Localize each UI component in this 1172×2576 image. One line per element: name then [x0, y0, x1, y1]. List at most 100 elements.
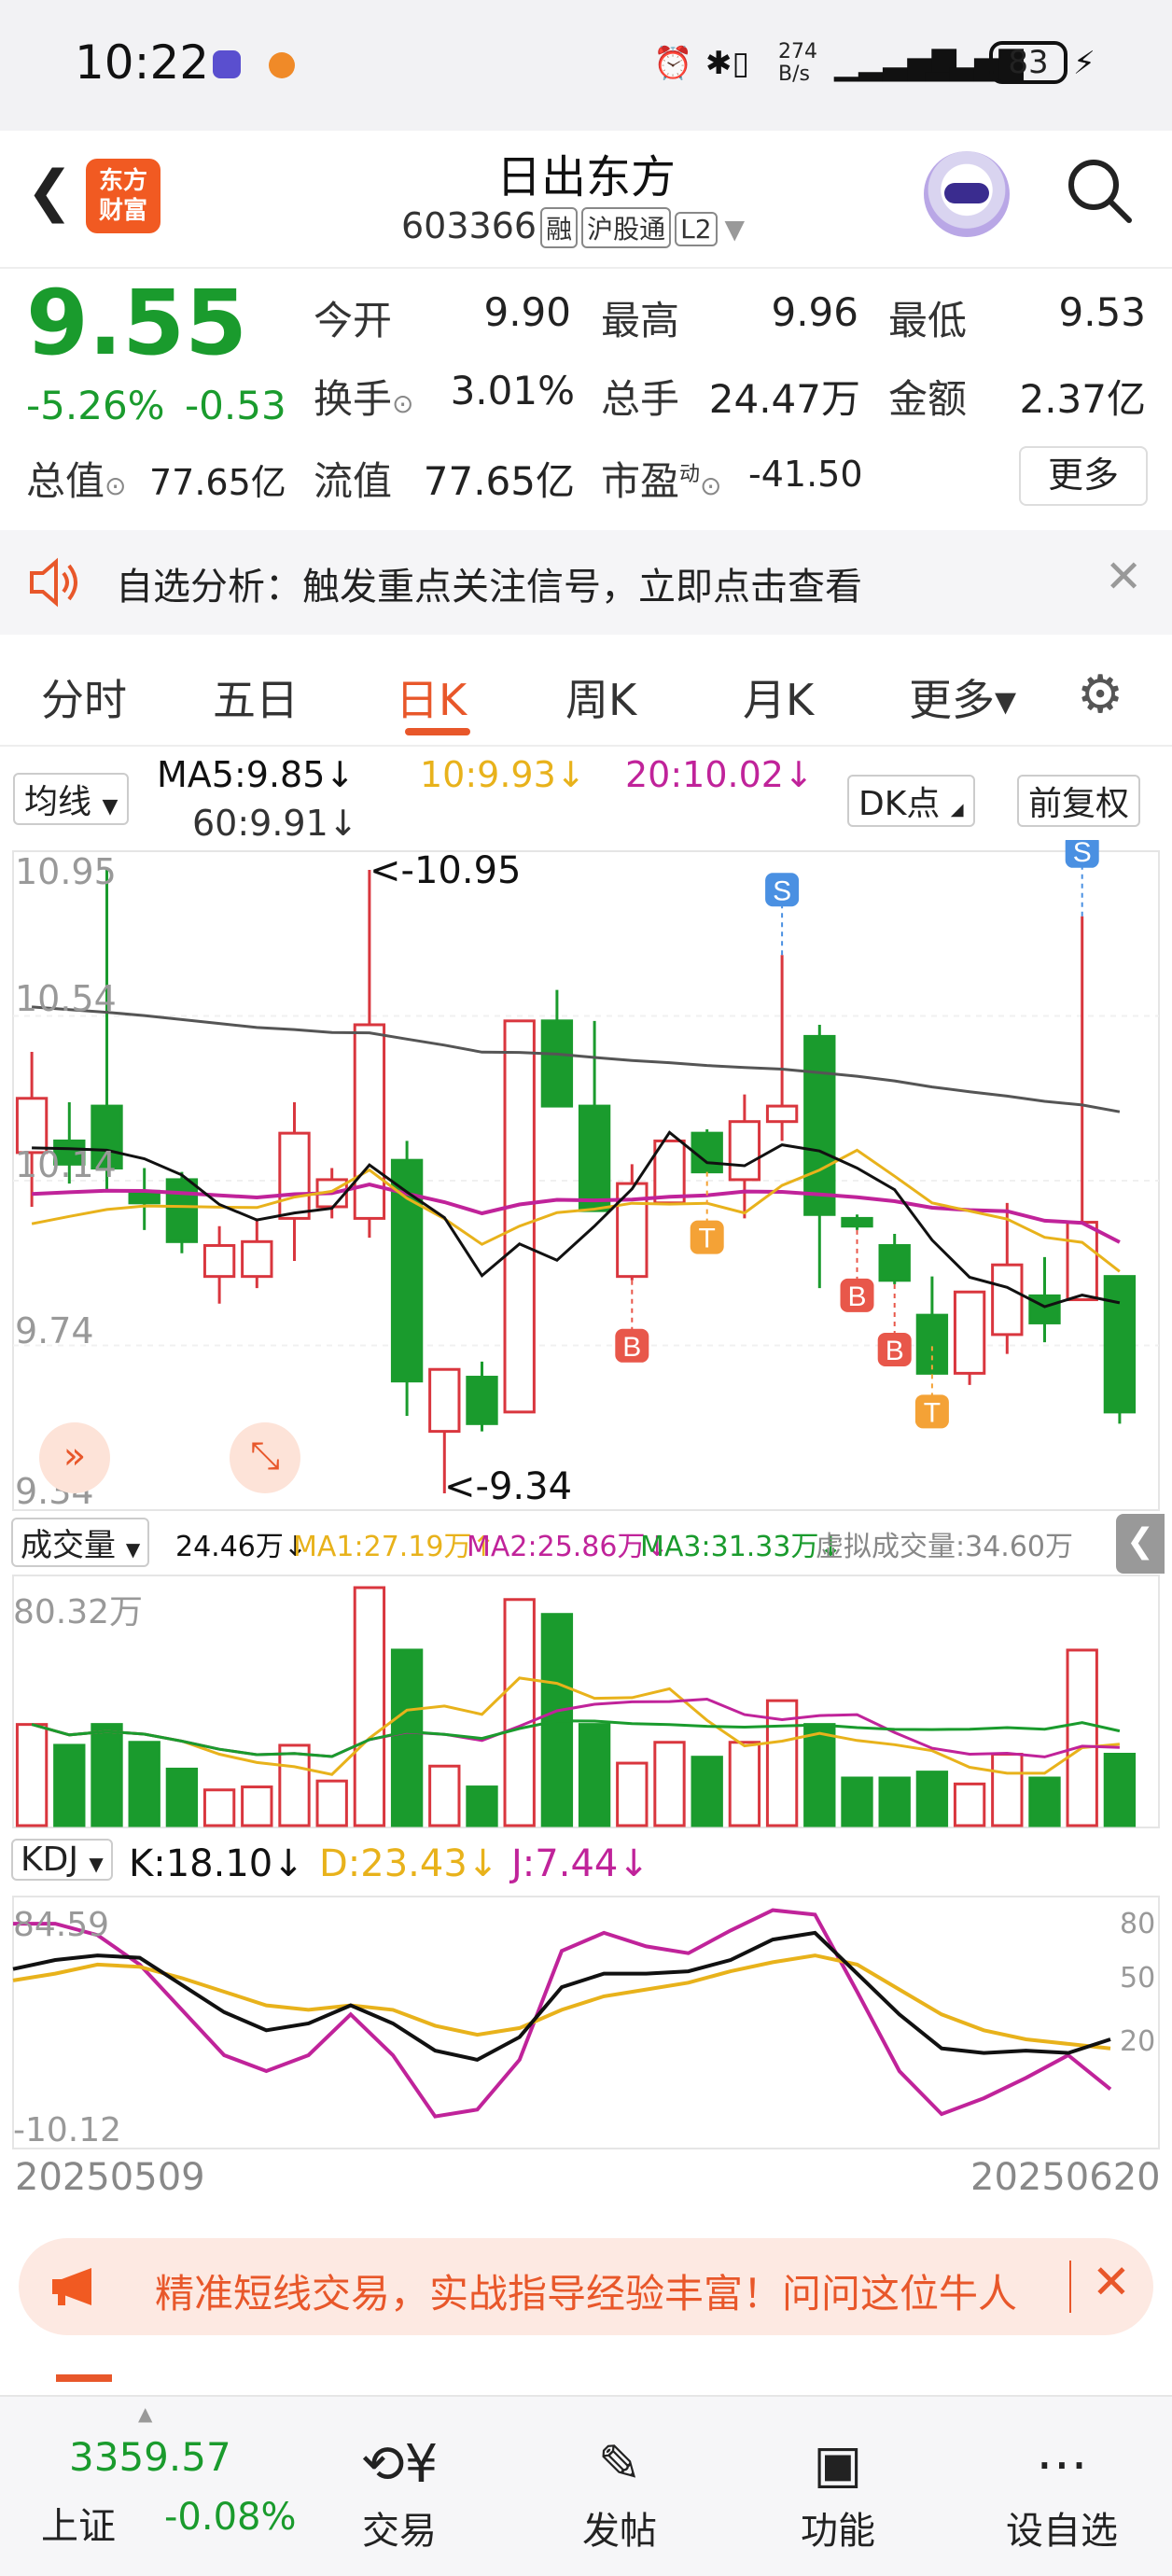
- sub-tabs-strip: [0, 2352, 1172, 2395]
- tab-five-day[interactable]: 五日: [213, 666, 299, 728]
- nav-post[interactable]: ✎ 发帖: [545, 2434, 694, 2555]
- corner-arrow-icon: ◢: [950, 800, 964, 819]
- high-value: 9.96: [771, 289, 858, 335]
- edit-icon: ✎: [597, 2434, 642, 2495]
- candle-body: [540, 1019, 574, 1108]
- robot-assistant-icon[interactable]: [924, 151, 1010, 237]
- candle-body: [841, 1216, 873, 1228]
- tab-more[interactable]: 更多▾: [909, 666, 1016, 728]
- connect-tag: 沪股通: [581, 207, 672, 248]
- change-percent: -5.26%: [26, 383, 165, 428]
- candle-body: [466, 1376, 498, 1425]
- volume-current: 24.46万↓: [175, 1531, 308, 1563]
- kdj-dropdown[interactable]: KDJ ▼: [11, 1839, 113, 1881]
- stock-code: 603366: [401, 205, 537, 246]
- candle-body: [915, 1313, 949, 1375]
- candle-body: [991, 1263, 1024, 1337]
- volume-bar: [202, 1788, 236, 1827]
- collapse-panel-icon[interactable]: ❮: [1116, 1514, 1165, 1574]
- volume-bar: [15, 1723, 49, 1827]
- stock-chart[interactable]: SBTBBTS 10.95 10.54 10.14 9.74 9.34 <-10…: [0, 833, 1172, 2240]
- price-axis-label: 10.95: [15, 851, 117, 892]
- current-price: 9.55: [26, 271, 247, 375]
- pe-value: -41.50: [748, 454, 863, 495]
- kdj-right-50: 50: [1120, 1962, 1156, 1995]
- min-price-label: <-9.34: [444, 1465, 573, 1508]
- fullscreen-icon[interactable]: ⤡: [230, 1422, 300, 1493]
- volume-bar: [353, 1586, 386, 1827]
- close-icon[interactable]: ✕: [1105, 551, 1142, 603]
- settings-gear-icon[interactable]: ⚙: [1077, 665, 1123, 725]
- active-tab-indicator: [405, 728, 470, 735]
- max-price-label: <-10.95: [370, 849, 522, 892]
- volume-dropdown[interactable]: 成交量 ▼: [11, 1518, 150, 1567]
- nav-trade[interactable]: ⟲¥ 交易: [325, 2434, 474, 2555]
- ma60-value: 60:9.91↓: [192, 803, 358, 844]
- date-start: 20250509: [15, 2156, 205, 2199]
- mktcap-value: 77.65亿: [149, 462, 286, 503]
- nav-watchlist[interactable]: ⋯ 设自选: [987, 2434, 1137, 2555]
- chart-tabs: 分时 五日 日K 周K 月K 更多▾ ⚙: [0, 638, 1172, 747]
- promo-banner[interactable]: 精准短线交易，实战指导经验丰富！问问这位牛人 ✕: [19, 2238, 1153, 2335]
- ma5-value: MA5:9.85↓: [157, 754, 356, 795]
- volume-bar: [578, 1723, 611, 1827]
- volume-bar: [241, 1785, 273, 1827]
- expand-up-icon[interactable]: ▲: [138, 2402, 152, 2425]
- tab-weekly-k[interactable]: 周K: [565, 666, 636, 728]
- stock-code-line: 603366 融沪股通 L2 ▼: [401, 205, 745, 248]
- change-amount: -0.53: [185, 383, 286, 428]
- index-name[interactable]: 上证: [41, 2496, 116, 2550]
- index-value[interactable]: 3359.57: [69, 2434, 231, 2480]
- volume-bar: [466, 1785, 498, 1827]
- candle-body: [728, 1120, 761, 1182]
- dropdown-arrow-icon[interactable]: ▼: [725, 214, 746, 245]
- candle-body: [503, 1019, 536, 1414]
- volume-bar: [91, 1723, 123, 1827]
- pe-label-text: 市盈: [601, 458, 680, 504]
- dk-point-button[interactable]: DK点 ◢: [847, 775, 975, 827]
- ma-legend-bar: 均线 ▼ MA5:9.85↓ 10:9.93↓ 20:10.02↓ 60:9.9…: [0, 747, 1172, 849]
- low-label: 最低: [888, 298, 968, 343]
- index-change[interactable]: -0.08%: [164, 2496, 297, 2539]
- adjust-button[interactable]: 前复权: [1017, 775, 1141, 827]
- info-icon[interactable]: ⊙: [700, 470, 721, 501]
- volume-bar: [1103, 1753, 1137, 1827]
- sub-tab-indicator: [56, 2374, 112, 2382]
- volume-bar: [128, 1741, 160, 1827]
- more-button[interactable]: 更多: [1019, 446, 1148, 506]
- volume-bar: [428, 1764, 461, 1827]
- pe-label: 市盈动⊙: [601, 450, 722, 507]
- turnover-value: 3.01%: [450, 368, 575, 413]
- close-icon[interactable]: ✕: [1092, 2255, 1131, 2309]
- tab-daily-k[interactable]: 日K: [396, 666, 467, 728]
- volume-ma1-line: [31, 1676, 1121, 1776]
- info-icon[interactable]: ⊙: [392, 388, 413, 419]
- float-value: 77.65亿: [423, 458, 575, 504]
- search-icon[interactable]: [1064, 155, 1135, 226]
- pe-superscript: 动: [679, 463, 701, 486]
- volume-ma2: MA2:25.86万↓: [467, 1531, 669, 1563]
- turnover-label-text: 换手: [314, 376, 393, 422]
- candle-body: [691, 1131, 723, 1174]
- ma-dropdown[interactable]: 均线 ▼: [13, 773, 130, 825]
- float-label: 流值: [314, 458, 393, 504]
- candle-body: [953, 1290, 986, 1375]
- dropdown-arrow-icon: ▼: [89, 1853, 104, 1875]
- battery-indicator: 83: [989, 41, 1067, 84]
- signal-label: B: [847, 1281, 866, 1312]
- tab-monthly-k[interactable]: 月K: [743, 666, 814, 728]
- network-speed: 274 B/s: [778, 40, 817, 86]
- nav-functions[interactable]: ▣ 功能: [763, 2434, 913, 2555]
- stock-header: ❮ 东方 财富 日出东方 603366 融沪股通 L2 ▼: [0, 131, 1172, 269]
- kdj-d-line: [12, 1953, 1111, 2051]
- ma20-value: 20:10.02↓: [625, 754, 814, 795]
- info-icon[interactable]: ⊙: [105, 470, 126, 501]
- kdj-axis-bottom: -10.12: [13, 2111, 122, 2149]
- mktcap-label: 总值⊙: [26, 450, 126, 507]
- volume-bar: [991, 1753, 1024, 1827]
- tab-intraday[interactable]: 分时: [41, 666, 127, 728]
- expand-left-icon[interactable]: »: [39, 1422, 110, 1493]
- alert-bar[interactable]: 自选分析：触发重点关注信号，立即点击查看 ✕: [0, 530, 1172, 635]
- volume-bar: [503, 1598, 536, 1827]
- price-axis-label: 10.54: [15, 978, 117, 1019]
